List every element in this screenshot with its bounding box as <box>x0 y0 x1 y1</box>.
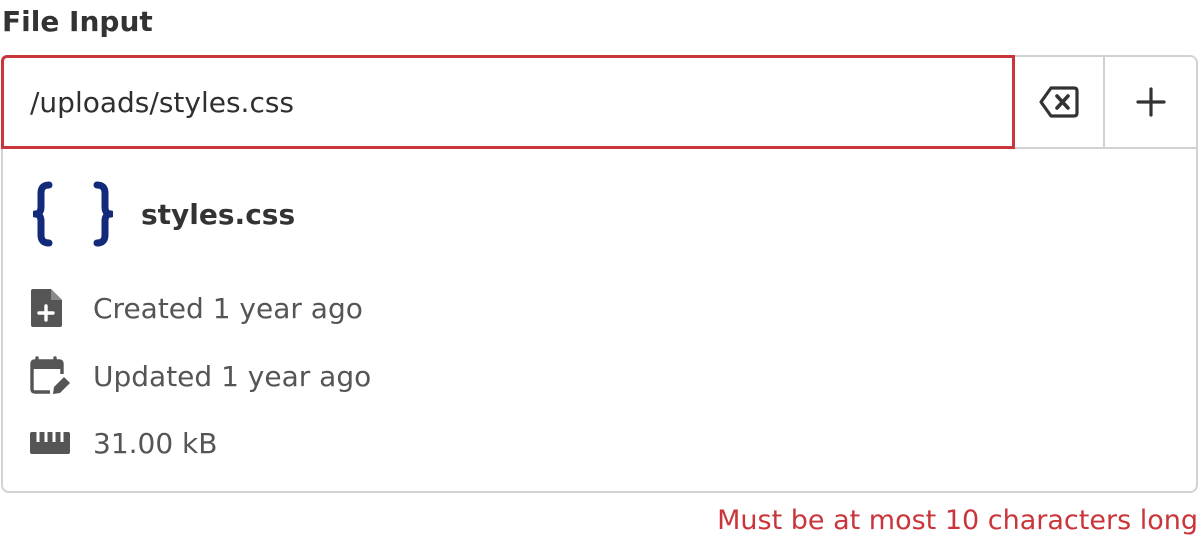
file-input: /uploads/styles.css styles.css Created 1… <box>1 55 1198 493</box>
updated-text: Updated 1 year ago <box>93 359 372 393</box>
validation-error: Must be at most 10 characters long <box>717 505 1198 536</box>
file-details: styles.css Created 1 year ago Updated 1 … <box>3 151 1196 491</box>
size-row: 31.00 kB <box>29 423 217 463</box>
file-header: styles.css <box>31 181 295 247</box>
file-path-value: /uploads/styles.css <box>30 85 295 119</box>
size-text: 31.00 kB <box>93 426 218 460</box>
ruler-icon <box>29 423 73 463</box>
clear-button[interactable] <box>1015 57 1105 149</box>
updated-row: Updated 1 year ago <box>29 356 371 396</box>
file-path-input[interactable]: /uploads/styles.css <box>1 55 1015 149</box>
created-text: Created 1 year ago <box>93 291 363 325</box>
file-plus-icon <box>29 288 73 328</box>
created-row: Created 1 year ago <box>29 288 363 328</box>
file-name: styles.css <box>141 197 296 231</box>
backspace-clear-icon <box>1039 86 1079 118</box>
file-input-toolbar: /uploads/styles.css <box>1 55 1196 151</box>
field-label: File Input <box>2 5 153 38</box>
plus-icon <box>1135 87 1166 117</box>
add-file-button[interactable] <box>1105 57 1196 149</box>
calendar-edit-icon <box>29 356 73 396</box>
code-braces-icon <box>31 181 115 247</box>
